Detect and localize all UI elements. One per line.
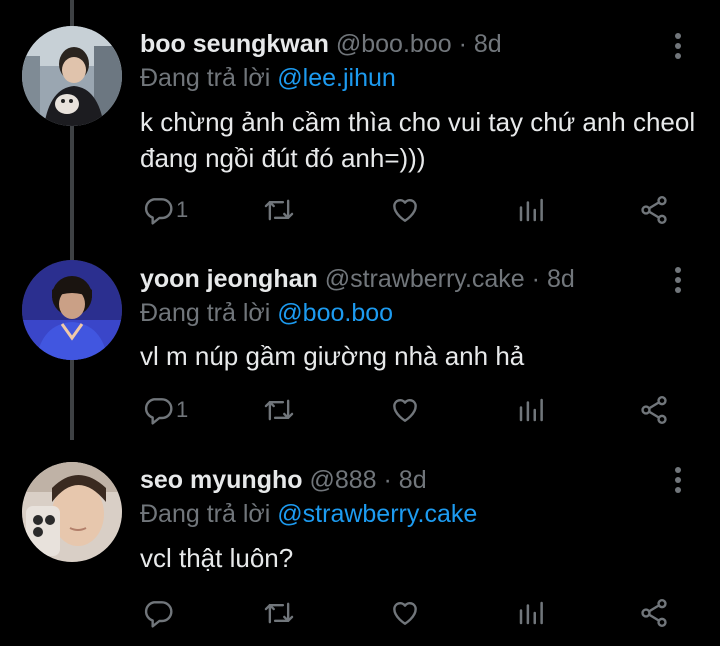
avatar[interactable] <box>22 26 122 126</box>
share-icon <box>638 194 670 226</box>
retweet-button[interactable] <box>262 593 296 633</box>
reply-icon <box>142 394 174 426</box>
replying-to-label: Đang trả lời <box>140 500 271 528</box>
share-icon <box>638 597 670 629</box>
tweet-text: k chừng ảnh cầm thìa cho vui tay chứ anh… <box>140 107 696 173</box>
reply-button[interactable]: 1 <box>142 190 188 230</box>
views-button[interactable] <box>516 390 546 430</box>
like-icon <box>388 194 422 226</box>
like-icon <box>388 597 422 629</box>
like-icon <box>388 394 422 426</box>
user-handle[interactable]: @strawberry.cake <box>325 265 525 293</box>
views-icon <box>516 194 546 226</box>
tweet-text: vl m núp gầm giường nhà anh hả <box>140 341 525 371</box>
reply-icon <box>142 194 174 226</box>
views-icon <box>516 394 546 426</box>
separator-dot: · <box>458 30 467 58</box>
reply-button[interactable] <box>142 593 176 633</box>
views-button[interactable] <box>516 190 546 230</box>
replying-to-label: Đang trả lời <box>140 299 271 327</box>
replying-to-label: Đang trả lời <box>140 64 271 92</box>
display-name[interactable]: yoon jeonghan <box>140 265 318 293</box>
user-handle[interactable]: @boo.boo <box>336 30 452 58</box>
display-name[interactable]: boo seungkwan <box>140 30 329 58</box>
retweet-icon <box>262 597 296 629</box>
reply-icon <box>142 597 174 629</box>
action-bar: 1 <box>0 190 720 230</box>
retweet-icon <box>262 394 296 426</box>
more-options-icon[interactable] <box>670 266 686 296</box>
timestamp[interactable]: 8d <box>474 30 502 58</box>
more-options-icon[interactable] <box>670 32 686 62</box>
share-button[interactable] <box>638 593 670 633</box>
tweet[interactable]: seo myungho @888 · 8d Đang trả lời @stra… <box>0 440 720 646</box>
timestamp[interactable]: 8d <box>547 265 575 293</box>
avatar[interactable] <box>22 462 122 562</box>
mention-link[interactable]: @boo.boo <box>277 299 393 327</box>
views-button[interactable] <box>516 593 546 633</box>
share-button[interactable] <box>638 190 670 230</box>
share-button[interactable] <box>638 390 670 430</box>
more-options-icon[interactable] <box>670 466 686 496</box>
action-bar <box>0 593 720 633</box>
reply-count: 1 <box>176 197 189 222</box>
like-button[interactable] <box>388 390 422 430</box>
tweet[interactable]: yoon jeonghan @strawberry.cake · 8d Đang… <box>0 240 720 440</box>
avatar[interactable] <box>22 260 122 360</box>
separator-dot: · <box>383 466 392 494</box>
separator-dot: · <box>531 265 540 293</box>
retweet-icon <box>262 194 296 226</box>
reply-button[interactable]: 1 <box>142 390 188 430</box>
like-button[interactable] <box>388 593 422 633</box>
display-name[interactable]: seo myungho <box>140 466 303 494</box>
share-icon <box>638 394 670 426</box>
tweet-header: yoon jeonghan @strawberry.cake · 8d <box>140 263 575 295</box>
mention-link[interactable]: @lee.jihun <box>277 64 396 92</box>
tweet-header: seo myungho @888 · 8d <box>140 464 427 496</box>
replying-to: Đang trả lời @lee.jihun <box>140 62 396 94</box>
mention-link[interactable]: @strawberry.cake <box>277 500 477 528</box>
retweet-button[interactable] <box>262 390 296 430</box>
like-button[interactable] <box>388 190 422 230</box>
tweet[interactable]: boo seungkwan @boo.boo · 8d Đang trả lời… <box>0 0 720 240</box>
tweet-text: vcl thật luôn? <box>140 543 294 573</box>
reply-count: 1 <box>176 397 189 422</box>
replying-to: Đang trả lời @boo.boo <box>140 297 393 329</box>
action-bar: 1 <box>0 390 720 430</box>
user-handle[interactable]: @888 <box>309 466 376 494</box>
retweet-button[interactable] <box>262 190 296 230</box>
views-icon <box>516 597 546 629</box>
timestamp[interactable]: 8d <box>399 466 427 494</box>
tweet-header: boo seungkwan @boo.boo · 8d <box>140 28 502 60</box>
replying-to: Đang trả lời @strawberry.cake <box>140 498 477 530</box>
